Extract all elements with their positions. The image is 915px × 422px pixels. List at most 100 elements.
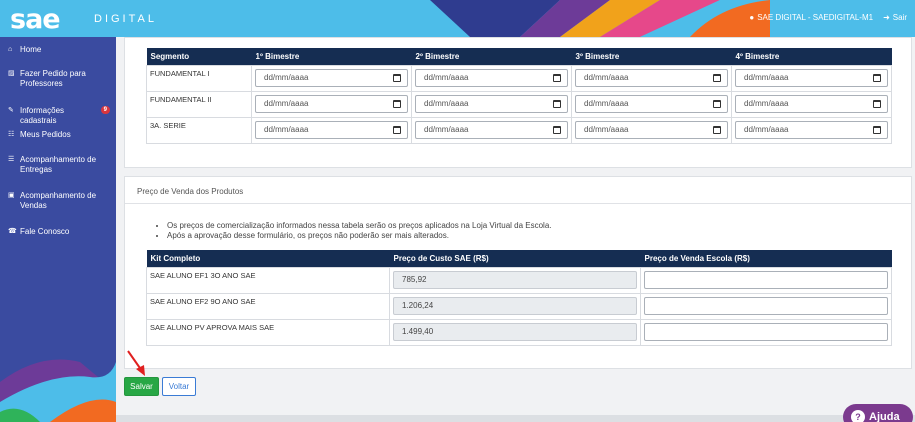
sidebar-item-vendas[interactable]: ▣ Acompanhamento de Vendas	[0, 191, 116, 211]
logout-label: Sair	[892, 13, 907, 22]
calendar-icon[interactable]	[553, 99, 561, 108]
cost-field: 1.499,40	[393, 322, 637, 341]
calendar-icon[interactable]	[713, 73, 721, 82]
sidebar-item-meus-pedidos[interactable]: ☷ Meus Pedidos	[0, 130, 77, 140]
sidebar-item-label: Acompanhamento de Entregas	[20, 155, 97, 174]
col-bimestre-2: 2º Bimestre	[411, 48, 572, 65]
calendar-icon[interactable]	[873, 99, 881, 108]
sidebar-item-label: Fale Conosco	[20, 227, 70, 236]
segment-name: FUNDAMENTAL I	[146, 64, 252, 92]
kit-name: SAE ALUNO PV APROVA MAIS SAE	[146, 318, 390, 346]
logo-subtitle: DIGITAL	[94, 13, 157, 25]
question-icon: ?	[851, 410, 865, 422]
sidebar-decoration	[0, 359, 116, 422]
date-input[interactable]: dd/mm/aaaa	[415, 94, 568, 113]
table-row: 3A. SERIE dd/mm/aaaa dd/mm/aaaa dd/mm/aa…	[146, 116, 892, 144]
schedule-header-row: Segmento 1º Bimestre 2º Bimestre 3º Bime…	[146, 48, 892, 65]
home-icon: ⌂	[8, 46, 13, 53]
kit-name: SAE ALUNO EF2 9O ANO SAE	[146, 292, 390, 320]
footer-strip	[116, 415, 915, 422]
col-kit: Kit Completo	[146, 250, 390, 267]
sidebar-item-entregas[interactable]: ☰ Acompanhamento de Entregas	[0, 155, 116, 175]
user-name: SAE DIGITAL - SAEDIGITAL-M1	[757, 13, 874, 22]
money-icon: ▣	[8, 192, 15, 199]
sidebar-item-informacoes[interactable]: ✎ Informações cadastrais 9	[0, 106, 116, 126]
main-content: Segmento 1º Bimestre 2º Bimestre 3º Bime…	[116, 37, 915, 422]
calendar-icon[interactable]	[873, 73, 881, 82]
notification-badge: 9	[100, 106, 110, 114]
user-icon: ●	[749, 13, 755, 22]
date-input[interactable]: dd/mm/aaaa	[255, 94, 408, 113]
table-row: SAE ALUNO EF2 9O ANO SAE 1.206,24	[146, 292, 892, 320]
date-input[interactable]: dd/mm/aaaa	[735, 120, 888, 139]
kit-name: SAE ALUNO EF1 3O ANO SAE	[146, 266, 390, 294]
note-item: Os preços de comercialização informados …	[167, 221, 552, 231]
segment-name: FUNDAMENTAL II	[146, 90, 252, 118]
date-input[interactable]: dd/mm/aaaa	[415, 68, 568, 87]
help-button[interactable]: ? Ajuda	[843, 404, 913, 422]
back-button[interactable]: Voltar	[162, 377, 196, 396]
schedule-panel: Segmento 1º Bimestre 2º Bimestre 3º Bime…	[124, 37, 912, 168]
calendar-icon[interactable]	[873, 125, 881, 134]
table-row: FUNDAMENTAL I dd/mm/aaaa dd/mm/aaaa dd/m…	[146, 64, 892, 92]
table-row: SAE ALUNO EF1 3O ANO SAE 785,92	[146, 266, 892, 294]
top-header: sae DIGITAL ● SAE DIGITAL - SAEDIGITAL-M…	[0, 0, 915, 37]
col-custo: Preço de Custo SAE (R$)	[389, 250, 641, 267]
sidebar-item-fazer-pedido[interactable]: ▨ Fazer Pedido para Professores	[0, 69, 116, 89]
prices-table: Kit Completo Preço de Custo SAE (R$) Pre…	[146, 250, 892, 346]
calendar-icon[interactable]	[713, 99, 721, 108]
sale-price-input[interactable]	[644, 270, 888, 289]
date-input[interactable]: dd/mm/aaaa	[735, 94, 888, 113]
col-bimestre-3: 3º Bimestre	[571, 48, 732, 65]
cart-icon: ▨	[8, 70, 15, 77]
price-notes: Os preços de comercialização informados …	[167, 221, 552, 241]
col-bimestre-1: 1º Bimestre	[251, 48, 412, 65]
logout-icon: ➜	[883, 13, 890, 22]
logo[interactable]: sae	[10, 4, 61, 35]
sidebar-item-label: Acompanhamento de Vendas	[20, 191, 97, 210]
col-bimestre-4: 4º Bimestre	[731, 48, 892, 65]
user-menu[interactable]: ● SAE DIGITAL - SAEDIGITAL-M1	[749, 13, 873, 22]
table-row: FUNDAMENTAL II dd/mm/aaaa dd/mm/aaaa dd/…	[146, 90, 892, 118]
date-input[interactable]: dd/mm/aaaa	[575, 120, 728, 139]
divider	[125, 203, 911, 204]
date-input[interactable]: dd/mm/aaaa	[255, 120, 408, 139]
cost-field: 1.206,24	[393, 296, 637, 315]
date-input[interactable]: dd/mm/aaaa	[415, 120, 568, 139]
schedule-table: Segmento 1º Bimestre 2º Bimestre 3º Bime…	[146, 48, 892, 144]
help-label: Ajuda	[869, 411, 900, 422]
date-input[interactable]: dd/mm/aaaa	[255, 68, 408, 87]
calendar-icon[interactable]	[553, 125, 561, 134]
phone-icon: ☎	[8, 228, 17, 235]
calendar-icon[interactable]	[553, 73, 561, 82]
segment-name: 3A. SERIE	[146, 116, 252, 144]
prices-panel: Preço de Venda dos Produtos Os preços de…	[124, 176, 912, 369]
sidebar-item-label: Home	[20, 45, 42, 54]
calendar-icon[interactable]	[713, 125, 721, 134]
calendar-icon[interactable]	[393, 125, 401, 134]
date-input[interactable]: dd/mm/aaaa	[575, 68, 728, 87]
sidebar: ⌂ Home ▨ Fazer Pedido para Professores ✎…	[0, 37, 116, 422]
prices-header-row: Kit Completo Preço de Custo SAE (R$) Pre…	[146, 250, 892, 267]
calendar-icon[interactable]	[393, 73, 401, 82]
logout-link[interactable]: ➜ Sair	[883, 13, 907, 22]
table-row: SAE ALUNO PV APROVA MAIS SAE 1.499,40	[146, 318, 892, 346]
cost-field: 785,92	[393, 270, 637, 289]
calendar-icon[interactable]	[393, 99, 401, 108]
prices-panel-title: Preço de Venda dos Produtos	[137, 187, 244, 196]
date-input[interactable]: dd/mm/aaaa	[575, 94, 728, 113]
sidebar-item-label: Fazer Pedido para Professores	[20, 69, 86, 88]
sale-price-input[interactable]	[644, 296, 888, 315]
arrow-annotation-icon	[127, 350, 145, 376]
date-input[interactable]: dd/mm/aaaa	[735, 68, 888, 87]
orders-icon: ☷	[8, 131, 15, 138]
col-segmento: Segmento	[146, 48, 252, 65]
sidebar-item-fale-conosco[interactable]: ☎ Fale Conosco	[0, 227, 75, 237]
user-area: ● SAE DIGITAL - SAEDIGITAL-M1 ➜ Sair	[749, 13, 907, 22]
edit-icon: ✎	[8, 107, 14, 114]
save-button[interactable]: Salvar	[124, 377, 159, 396]
sidebar-item-home[interactable]: ⌂ Home	[0, 45, 47, 55]
sidebar-item-label: Informações cadastrais	[20, 106, 65, 125]
sale-price-input[interactable]	[644, 322, 888, 341]
col-venda: Preço de Venda Escola (R$)	[640, 250, 892, 267]
